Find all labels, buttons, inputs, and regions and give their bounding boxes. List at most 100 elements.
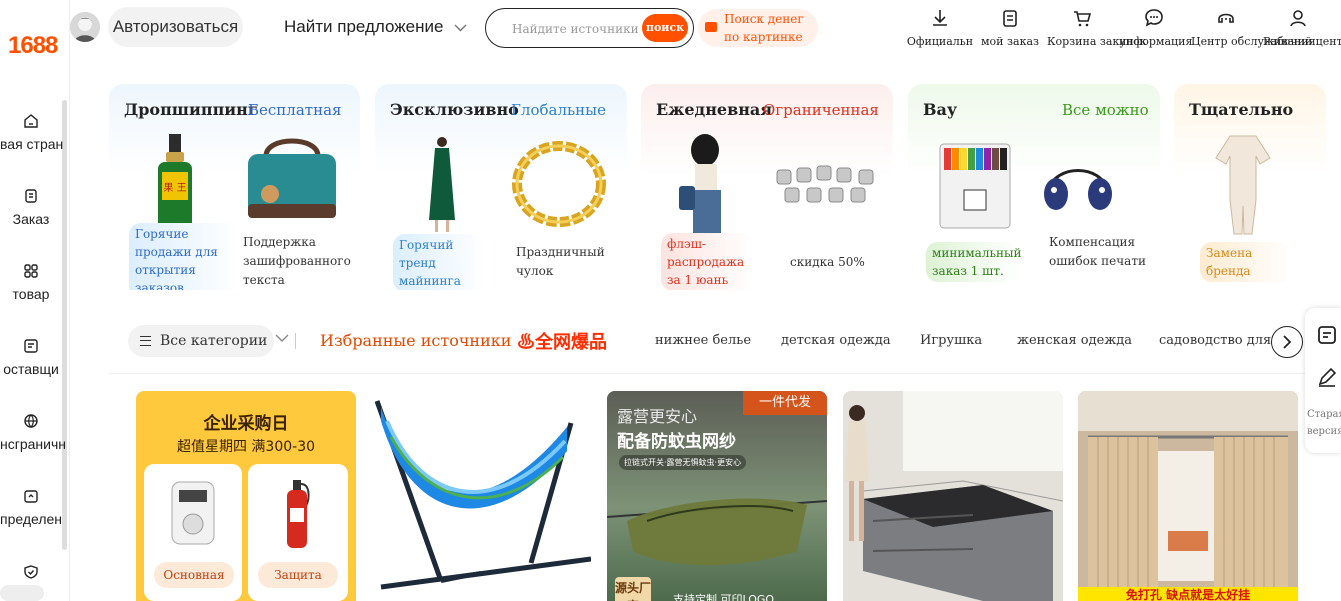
logo[interactable]: 1688 <box>8 32 58 60</box>
my-order-link[interactable]: мой заказ <box>975 7 1045 48</box>
baby-romper-image <box>1215 135 1271 235</box>
image-search-button[interactable]: Поиск денег по картинке <box>698 9 818 47</box>
fire-extinguisher-image <box>287 480 310 548</box>
pencil-icon[interactable] <box>1316 366 1338 388</box>
header-link-label: Центр обслуживания <box>1191 35 1316 48</box>
search-input[interactable] <box>512 19 642 39</box>
tile-headline: 配备防蚊虫网纱 <box>617 432 736 452</box>
hot-products-label: 全网爆品 <box>535 332 607 352</box>
promo-card-daily[interactable]: Ежедневная Ограниченная флэш-распродажа … <box>641 84 893 290</box>
header-link-label: информация <box>1119 35 1193 48</box>
svg-text:果 王: 果 王 <box>163 182 186 194</box>
factory-badge: 源头厂家 <box>615 577 651 601</box>
product-sub-card[interactable]: Защита <box>248 464 348 601</box>
promo-card-left-text: флэш-распродажа за 1 юань <box>661 233 753 290</box>
menu-icon <box>140 336 151 346</box>
workbench-link[interactable]: Рабочий центр <box>1263 7 1341 48</box>
promo-card-title: Дропшиппинг <box>124 100 258 119</box>
sidebar-item-label: оставщи <box>3 361 59 377</box>
sidebar-item-label: пределен <box>0 511 63 527</box>
floating-toolbar: Старая версия <box>1305 308 1341 453</box>
headband-image <box>1044 169 1112 210</box>
messages-link[interactable]: информация <box>1119 7 1193 48</box>
promo-card-right-text: скидка 50% <box>790 255 865 269</box>
sidebar-item-home[interactable]: вая стран <box>0 112 64 152</box>
sidebar-item-label: Заказ <box>12 211 50 227</box>
sidebar-item-label: нсграничн <box>0 436 66 452</box>
hot-products-tab[interactable]: ♨全网爆品 <box>517 328 607 354</box>
old-version-link[interactable]: Старая версия <box>1307 406 1341 440</box>
camera-icon <box>705 22 717 32</box>
hammock-image <box>374 400 591 590</box>
tile-footer: 免打孔 缺点就是太好挂 <box>1078 587 1298 601</box>
sidebar-item-order[interactable]: Заказ <box>0 187 62 227</box>
product-tile-curtain[interactable]: 免打孔 缺点就是太好挂 <box>1078 391 1298 601</box>
sidebar-item-crossborder[interactable]: нсграничн <box>0 412 66 452</box>
service-center-link[interactable]: Центр обслуживания <box>1191 7 1316 48</box>
sidebar-item-label: товар <box>12 286 50 302</box>
shield-icon <box>24 565 38 579</box>
dress-image <box>429 137 455 232</box>
banner-title: 企业采购日 <box>203 414 289 434</box>
tile-caption: 拉链式开关·露营无惧蚊虫·更安心 <box>619 455 747 470</box>
promo-card-dropshipping[interactable]: Дропшиппинг Бесплатная 果 王 Горячие прода… <box>109 84 360 290</box>
official-app-link[interactable]: Официальн <box>905 7 975 48</box>
login-button[interactable]: Авторизоваться <box>108 7 243 47</box>
fire-icon: ♨ <box>517 332 535 352</box>
power-meter-image <box>171 481 215 545</box>
product-tile-mosquito-hammock[interactable]: 一件代发 露营更安心 配备防蚊虫网纱 拉链式开关·露营无惧蚊虫·更安心 源头厂家… <box>607 391 827 601</box>
sidebar-item-protection[interactable] <box>0 563 62 581</box>
promo-card-subtitle: Все можно <box>1062 101 1149 119</box>
sidebar-item-label: вая стран <box>0 136 64 152</box>
avatar[interactable] <box>70 12 100 42</box>
support-icon <box>1218 13 1234 23</box>
chevron-down-icon[interactable] <box>275 334 289 343</box>
all-categories-button[interactable]: Все категории <box>128 325 274 357</box>
chevron-right-icon <box>1283 335 1292 349</box>
promo-card-right-text: Праздничный чулок <box>516 245 605 278</box>
sidebar-item-products[interactable]: товар <box>0 262 62 302</box>
clipboard-icon <box>1003 10 1017 27</box>
promo-card-subtitle: Ограниченная <box>763 101 879 119</box>
sidebar-collapse-handle[interactable] <box>0 585 44 601</box>
promo-card-title: Ежедневная <box>656 100 773 119</box>
sidebar-item-distribution[interactable]: пределен <box>0 487 62 527</box>
category-tab[interactable]: садоводство для <box>1159 333 1271 348</box>
product-tile-hammock[interactable] <box>371 391 591 601</box>
tent-hammock-image <box>607 498 827 566</box>
tile-footer: 支持定制 可印LOGO <box>673 593 775 601</box>
promo-card-wow[interactable]: Вау Все можно минимальный заказ 1 шт. Ко… <box>908 84 1160 290</box>
category-next-button[interactable] <box>1271 326 1303 358</box>
divider <box>295 333 296 349</box>
globe-icon <box>24 414 38 428</box>
header-link-label: Корзина закупок <box>1047 35 1147 48</box>
all-categories-label: Все категории <box>160 333 268 349</box>
category-tab[interactable]: детская одежда <box>781 333 891 348</box>
header-link-label: Официальн <box>906 35 974 48</box>
search-button[interactable]: поиск <box>642 14 688 42</box>
grid-icon <box>24 264 38 278</box>
cart-icon <box>1074 11 1092 27</box>
supplier-icon <box>24 339 38 353</box>
promo-card-careful[interactable]: Тщательно Замена бренда <box>1174 84 1326 290</box>
favorite-sources-tab[interactable]: Избранные источники <box>320 331 511 350</box>
marker-set-image <box>939 143 1011 229</box>
category-tab[interactable]: Игрушка <box>920 333 982 348</box>
find-offer-dropdown[interactable]: Найти предложение <box>284 17 467 37</box>
category-tab[interactable]: нижнее белье <box>655 333 751 348</box>
cart-link[interactable]: Корзина закупок <box>1047 7 1147 48</box>
promo-card-exclusive[interactable]: Эксклюзивно Глобальные Горячий тренд май… <box>375 84 627 290</box>
user-icon <box>1290 10 1306 27</box>
promo-card-title: Тщательно <box>1189 100 1294 119</box>
note-icon[interactable] <box>1316 324 1338 346</box>
sidebar-scrollbar[interactable] <box>62 100 67 550</box>
fashion-model-image <box>679 134 721 240</box>
product-tile-cabinet[interactable] <box>843 391 1063 601</box>
sidebar-item-suppliers[interactable]: оставщи <box>0 337 62 377</box>
promo-card-left-text: Замена бренда <box>1200 242 1292 282</box>
image-search-label: Поиск денег по картинке <box>724 12 804 44</box>
product-sub-card[interactable]: Основная <box>144 464 242 601</box>
category-tab[interactable]: женская одежда <box>1017 333 1132 348</box>
product-tile-purchase-day[interactable]: 企业采购日 超值星期四 满300-30 Основная Защита <box>136 391 356 601</box>
promo-card-subtitle: Бесплатная <box>248 101 342 119</box>
